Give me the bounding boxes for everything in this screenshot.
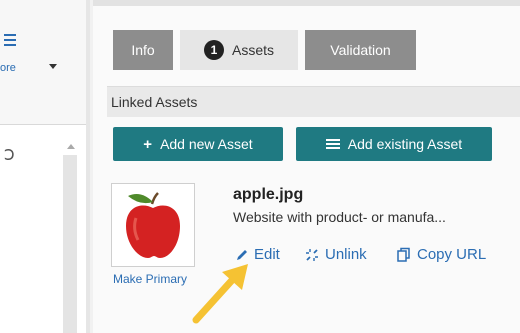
unlink-label: Unlink (325, 246, 367, 263)
tab-assets-label: Assets (231, 42, 274, 58)
scrollbar-track[interactable] (63, 155, 77, 333)
add-existing-asset-button[interactable]: Add existing Asset (296, 127, 492, 161)
add-new-asset-button[interactable]: + Add new Asset (113, 127, 283, 161)
tab-info-label: Info (131, 42, 155, 58)
list-icon (325, 137, 340, 151)
left-panel: ore Ↄ (0, 0, 86, 333)
chevron-down-icon[interactable] (49, 64, 57, 69)
asset-filename: apple.jpg (233, 186, 304, 203)
make-primary-link[interactable]: Make Primary (113, 272, 187, 286)
linked-assets-header: Linked Assets (107, 86, 520, 117)
copy-icon (397, 247, 410, 262)
asset-thumbnail[interactable] (111, 183, 195, 267)
panel-top-edge (93, 0, 520, 6)
scroll-up-arrow-icon[interactable] (67, 144, 75, 149)
tab-validation[interactable]: Validation (305, 30, 416, 70)
pointer-arrow-icon (192, 264, 248, 324)
left-panel-toolbar: ore (0, 0, 86, 125)
add-new-asset-label: Add new Asset (160, 136, 253, 152)
tab-assets[interactable]: 1 Assets (180, 30, 298, 70)
unlink-icon (306, 248, 318, 261)
tab-info[interactable]: Info (113, 30, 173, 70)
add-existing-asset-label: Add existing Asset (347, 136, 463, 152)
copy-url-link[interactable]: Copy URL (396, 246, 486, 263)
apple-image (126, 192, 180, 258)
hamburger-menu-icon[interactable] (4, 34, 16, 49)
unlink-link[interactable]: Unlink (304, 246, 367, 263)
plus-icon: + (143, 135, 153, 153)
assets-count-badge: 1 (203, 40, 224, 60)
copy-url-label: Copy URL (417, 246, 487, 263)
tree-node-icon[interactable]: Ↄ (4, 146, 15, 164)
tab-validation-label: Validation (330, 42, 391, 58)
asset-description: Website with product- or manufa... (233, 209, 446, 225)
linked-assets-title: Linked Assets (111, 94, 198, 110)
more-label[interactable]: ore (0, 62, 16, 74)
